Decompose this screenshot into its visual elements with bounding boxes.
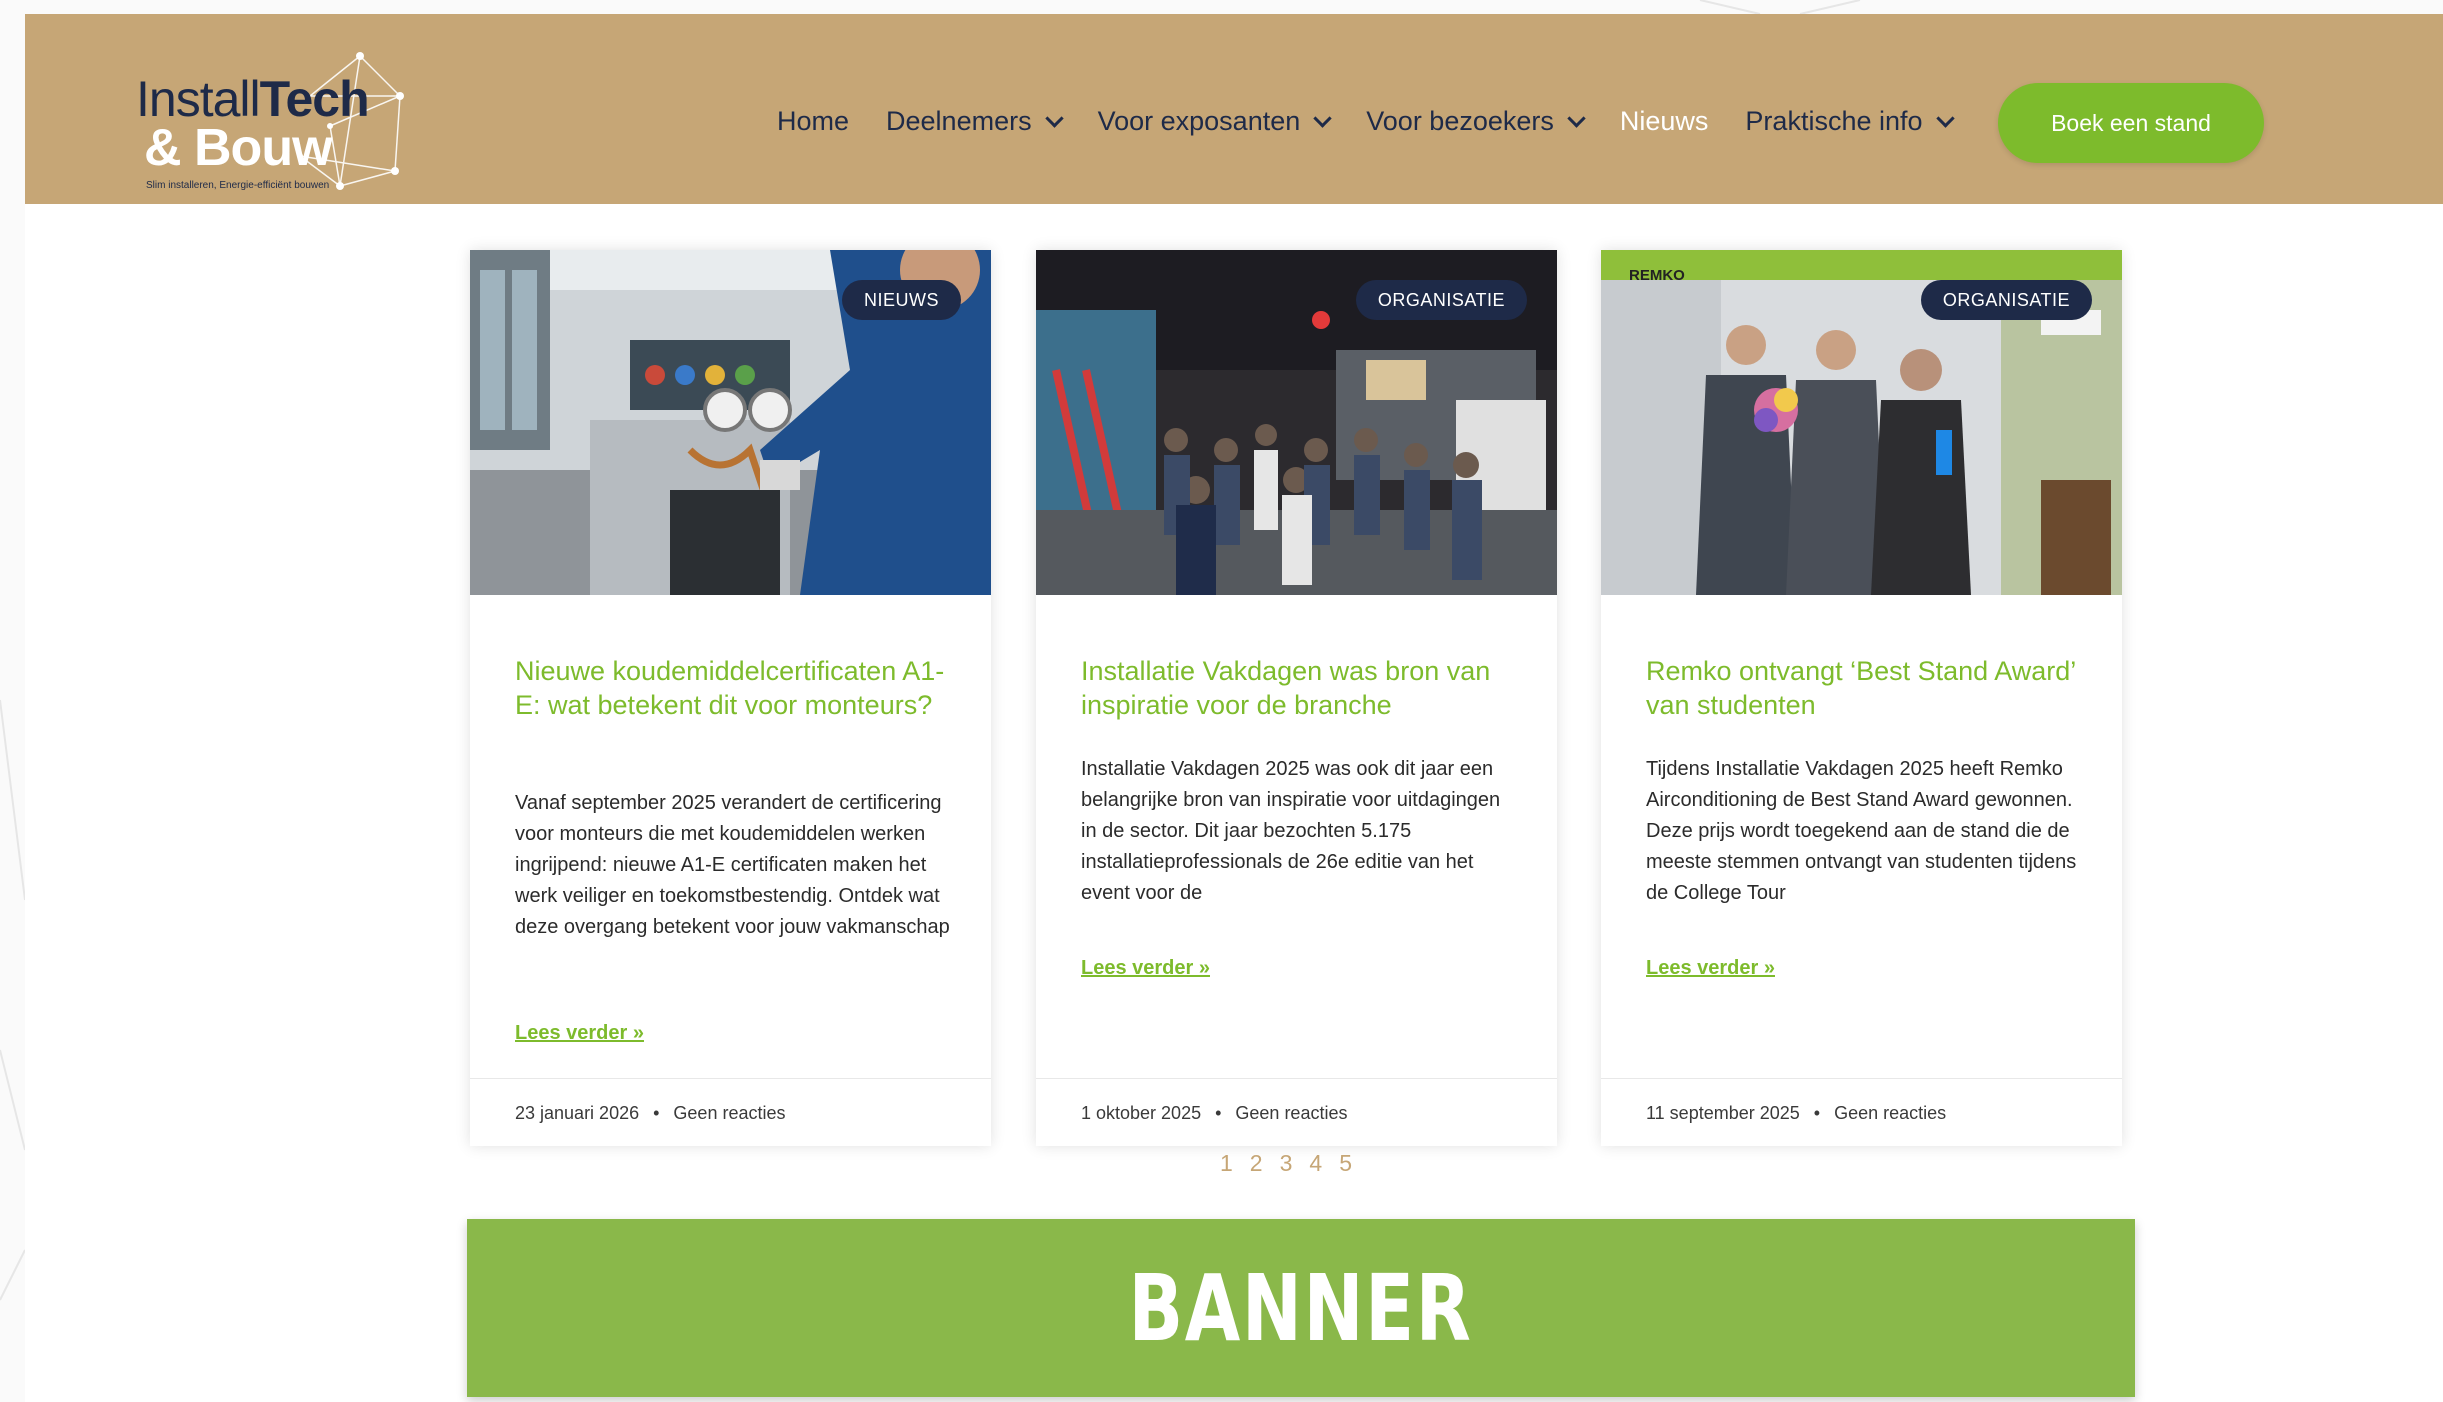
category-badge[interactable]: ORGANISATIE [1920, 280, 2092, 320]
read-more-link[interactable]: Lees verder » [515, 1022, 644, 1045]
nav-item-deelnemers[interactable]: Deelnemers [886, 105, 1064, 137]
category-badge[interactable]: NIEUWS [842, 280, 961, 320]
post-meta: 1 oktober 2025 • Geen reacties [1036, 1078, 1557, 1147]
page-link-5[interactable]: 5 [1339, 1150, 1352, 1177]
meta-separator: • [653, 1102, 660, 1123]
post-card: REMKO ORGANISATIE Remko ontvangt ‘Best S… [1601, 250, 2122, 1146]
post-meta: 23 januari 2026 • Geen reacties [470, 1078, 991, 1147]
nav-item-voor-bezoekers[interactable]: Voor bezoekers [1366, 105, 1586, 137]
post-image-award[interactable]: REMKO ORGANISATIE [1601, 250, 2122, 595]
nav-item-home[interactable]: Home [777, 106, 849, 137]
post-comments-link[interactable]: Geen reacties [673, 1103, 785, 1124]
post-date: 11 september 2025 [1646, 1102, 1800, 1123]
page-link-1[interactable]: 1 [1220, 1150, 1233, 1177]
nav-item-voor-exposanten[interactable]: Voor exposanten [1097, 105, 1332, 137]
post-card: ORGANISATIE Installatie Vakdagen was bro… [1036, 250, 1557, 1146]
post-comments-link[interactable]: Geen reacties [1834, 1103, 1946, 1124]
post-card: NIEUWS Nieuwe koudemiddelcertificaten A1… [470, 250, 991, 1146]
nav-item-nieuws[interactable]: Nieuws [1620, 106, 1709, 137]
post-image-technician[interactable]: NIEUWS [470, 250, 991, 595]
nav-label: Nieuws [1619, 105, 1709, 136]
chevron-down-icon [1313, 108, 1332, 128]
book-stand-button[interactable]: Boek een stand [1998, 83, 2264, 163]
nav-label: Deelnemers [886, 105, 1032, 136]
logo-wordmark-bottom: & Bouw [144, 119, 333, 177]
post-excerpt: Tijdens Installatie Vakdagen 2025 heeft … [1646, 758, 2077, 904]
post-excerpt: Vanaf september 2025 verandert de certif… [515, 792, 950, 938]
nav-label: Home [777, 105, 850, 136]
post-comments-link[interactable]: Geen reacties [1235, 1103, 1347, 1124]
page-link-2[interactable]: 2 [1250, 1150, 1263, 1177]
post-image-trade-fair[interactable]: ORGANISATIE [1036, 250, 1557, 595]
post-date: 1 oktober 2025 [1081, 1102, 1202, 1123]
nav-label: Voor exposanten [1097, 105, 1301, 136]
post-title[interactable]: Nieuwe koudemiddelcertificaten A1-E: wat… [515, 654, 955, 722]
post-meta: 11 september 2025 • Geen reacties [1601, 1078, 2122, 1147]
page-link-3[interactable]: 3 [1280, 1150, 1293, 1177]
chevron-down-icon [1567, 108, 1586, 128]
post-title[interactable]: Installatie Vakdagen was bron van inspir… [1081, 654, 1521, 722]
read-more-link[interactable]: Lees verder » [1646, 957, 1775, 980]
banner[interactable]: BANNER [467, 1219, 2135, 1397]
page-link-4[interactable]: 4 [1309, 1150, 1322, 1177]
nav-label: Voor bezoekers [1366, 105, 1554, 136]
meta-separator: • [1215, 1102, 1222, 1123]
main-navigation: Home Deelnemers Voor exposanten Voor bez… [777, 106, 1989, 136]
post-excerpt: Installatie Vakdagen 2025 was ook dit ja… [1081, 758, 1501, 904]
meta-separator: • [1813, 1102, 1821, 1123]
nav-item-praktische-info[interactable]: Praktische info [1745, 105, 1955, 137]
remko-sign-text: REMKO [1629, 267, 1685, 284]
site-header: InstallTech & Bouw Slim installeren, Ene… [25, 14, 2443, 204]
logo-wordmark-top: InstallTech [136, 74, 370, 124]
chevron-down-icon [1935, 108, 1955, 128]
post-title[interactable]: Remko ontvangt ‘Best Stand Award’ van st… [1646, 654, 2086, 722]
category-badge[interactable]: ORGANISATIE [1355, 280, 1527, 320]
nav-label: Praktische info [1745, 105, 1923, 136]
pagination: 1 2 3 4 5 [1220, 1150, 1369, 1177]
banner-text: BANNER [1128, 1254, 1473, 1362]
site-logo[interactable]: InstallTech & Bouw Slim installeren, Ene… [110, 36, 410, 196]
read-more-link[interactable]: Lees verder » [1081, 957, 1210, 980]
chevron-down-icon [1044, 108, 1064, 128]
post-date: 23 januari 2026 [515, 1102, 640, 1123]
logo-tagline: Slim installeren, Energie-efficiënt bouw… [146, 180, 330, 191]
